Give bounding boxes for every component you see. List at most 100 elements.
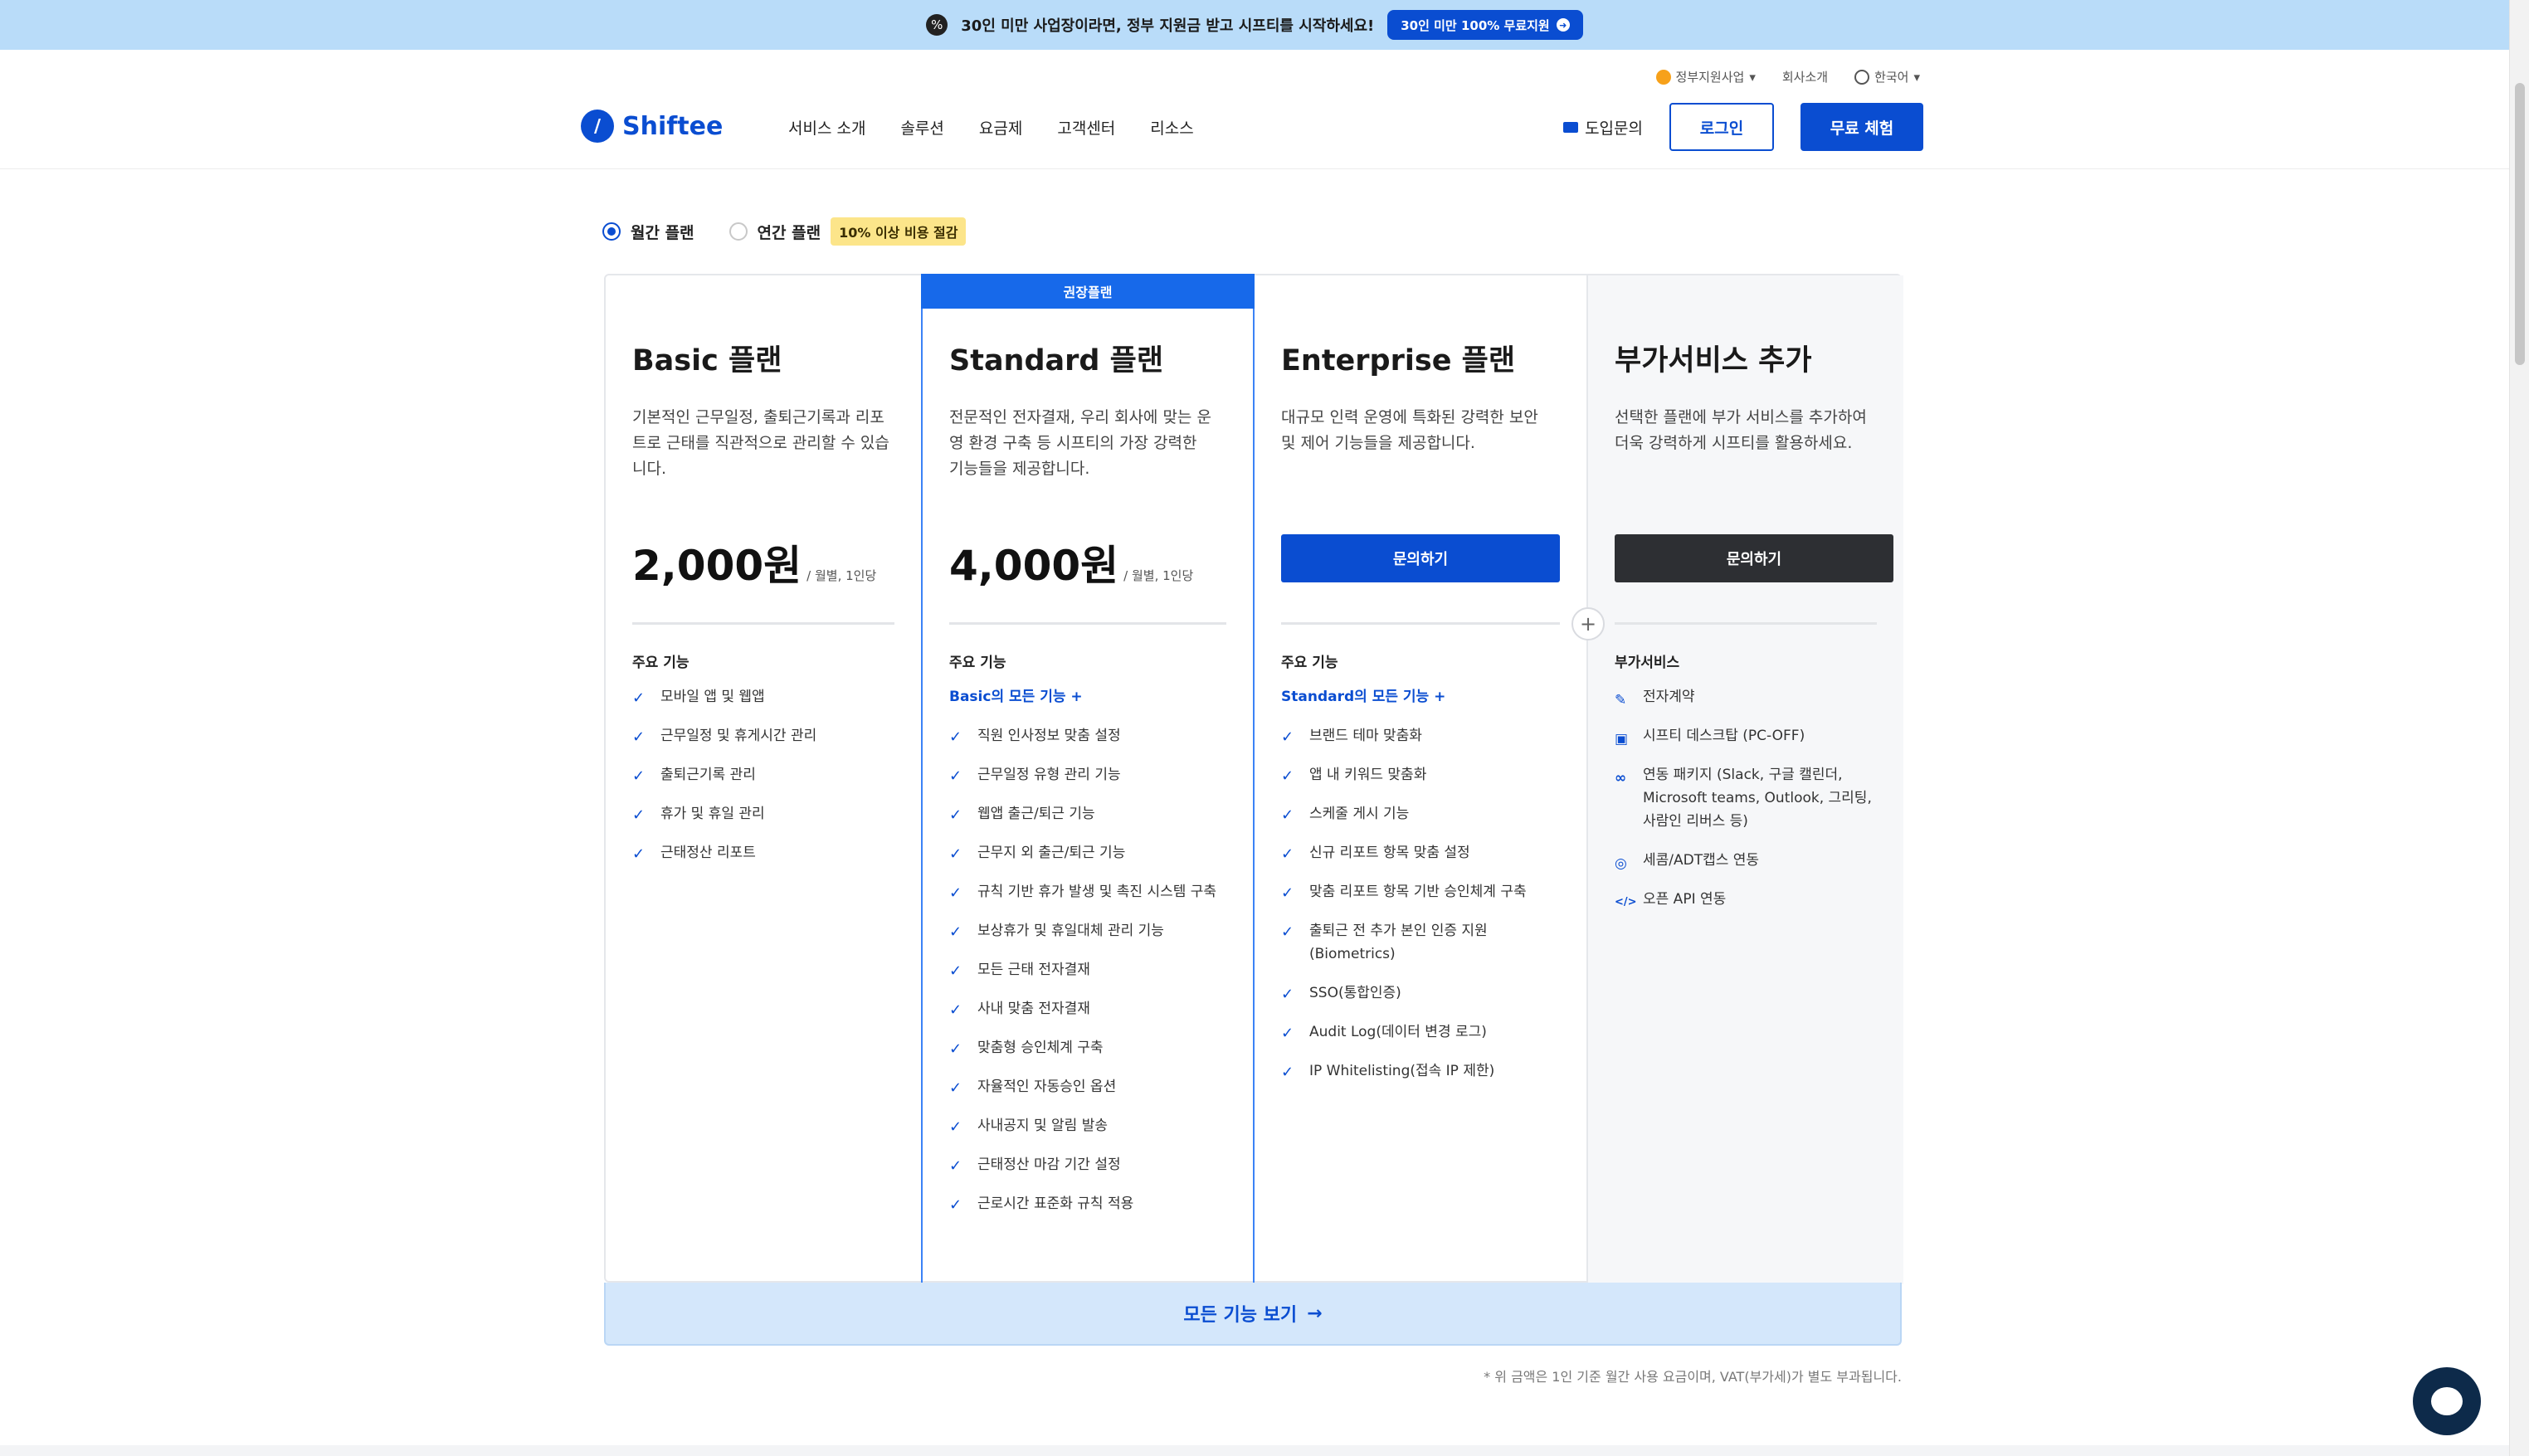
gov-support-link[interactable]: 정부지원사업 ▾ — [1655, 68, 1756, 85]
plan-description: 전문적인 전자결재, 우리 회사에 맞는 운영 환경 구축 등 시프티의 가장 … — [949, 408, 1211, 478]
gov-badge-icon — [1655, 69, 1671, 85]
feature-item: ✓ 신규 리포트 항목 맞춤 설정 — [1281, 841, 1560, 864]
banner-support-button[interactable]: 30인 미만 100% 무료지원 ➜ — [1387, 10, 1583, 40]
addon-item: </> 오픈 API 연동 — [1615, 891, 1727, 908]
feature-item: ✓ 앱 내 키워드 맞춤화 — [1281, 763, 1560, 786]
check-icon: ✓ — [949, 806, 962, 824]
globe-icon — [1854, 69, 1870, 85]
feature-item: ✓ 사내 맞춤 전자결재 — [949, 997, 1226, 1020]
divider — [632, 622, 894, 625]
feature-item: ✓ 맞춤형 승인체계 구축 — [949, 1036, 1226, 1059]
savings-badge: 10% 이상 비용 절감 — [831, 217, 967, 246]
chevron-down-icon: ▾ — [1913, 69, 1920, 85]
check-icon: ✓ — [1281, 767, 1294, 785]
feature-item: ✓ 근태정산 리포트 — [632, 841, 894, 864]
plan-name: 부가서비스 추가 — [1615, 344, 1812, 377]
check-icon: ✓ — [1281, 884, 1294, 902]
feature-item: ✓ 자율적인 자동승인 옵션 — [949, 1075, 1226, 1098]
banner-button-label: 30인 미만 100% 무료지원 — [1401, 17, 1550, 33]
plus-icon: + — [1571, 607, 1605, 640]
login-button[interactable]: 로그인 — [1669, 103, 1774, 151]
feature-item: ✓ 근무일정 유형 관리 기능 — [949, 763, 1226, 786]
plan-enterprise: Enterprise 플랜 대규모 인력 운영에 특화된 강력한 보안 및 제어… — [1255, 275, 1588, 1284]
plan-name: Basic 플랜 — [632, 344, 782, 377]
check-icon: ✓ — [949, 1001, 962, 1019]
inquiry-link[interactable]: 도입문의 — [1563, 116, 1643, 139]
check-icon: ✓ — [1281, 845, 1294, 863]
check-icon: ✓ — [1281, 923, 1294, 941]
chevron-down-icon: ▾ — [1749, 69, 1756, 85]
feature-title: 주요 기능 — [949, 655, 1006, 671]
feature-item: ✓ 근무지 외 출근/퇴근 기능 — [949, 841, 1226, 864]
feature-item: ✓ IP Whitelisting(접속 IP 제한) — [1281, 1059, 1560, 1083]
arrow-right-icon: ➜ — [1556, 18, 1570, 32]
page-scrollbar[interactable] — [2509, 0, 2529, 1456]
check-icon: ✓ — [949, 1196, 962, 1214]
feature-item: ✓ 근로시간 표준화 규칙 적용 — [949, 1192, 1226, 1215]
nav-pricing[interactable]: 요금제 — [979, 116, 1022, 139]
pricing-table: 권장플랜 Basic 플랜 기본적인 근무일정, 출퇴근기록과 리포트로 근태를… — [604, 274, 1903, 1284]
monthly-label[interactable]: 월간 플랜 — [631, 221, 694, 243]
feature-item: ✓ 출퇴근기록 관리 — [632, 763, 894, 786]
monitor-icon: ▣ — [1615, 731, 1629, 747]
logo-text: Shiftee — [622, 111, 724, 141]
code-icon: </> — [1615, 896, 1637, 908]
plan-basic: Basic 플랜 기본적인 근무일정, 출퇴근기록과 리포트로 근태를 직관적으… — [606, 275, 921, 1284]
feature-title: 부가서비스 — [1615, 655, 1680, 671]
plan-price: 4,000원 / 월별, 1인당 — [949, 542, 1194, 590]
company-link[interactable]: 회사소개 — [1782, 68, 1828, 85]
nav-support[interactable]: 고객센터 — [1057, 116, 1115, 139]
see-all-features-button[interactable]: 모든 기능 보기 → — [604, 1283, 1902, 1346]
divider — [1615, 622, 1877, 625]
feature-title: 주요 기능 — [632, 655, 690, 671]
addon-item: ▣ 시프티 데스크탑 (PC-OFF) — [1615, 728, 1805, 747]
enterprise-contact-button[interactable]: 문의하기 — [1281, 534, 1560, 582]
scroll-thumb[interactable] — [2515, 83, 2525, 365]
check-icon: ✓ — [949, 1157, 962, 1175]
plan-description: 기본적인 근무일정, 출퇴근기록과 리포트로 근태를 직관적으로 관리할 수 있… — [632, 408, 889, 478]
check-icon: ✓ — [632, 767, 646, 785]
plan-name: Enterprise 플랜 — [1281, 344, 1516, 377]
feature-item: ✓ 맞춤 리포트 항목 기반 승인체계 구축 — [1281, 880, 1560, 903]
feature-item: ✓ 보상휴가 및 휴일대체 관리 기능 — [949, 919, 1226, 942]
includes-previous-plan: Standard의 모든 기능 + — [1281, 689, 1446, 705]
feature-item: ✓ 휴가 및 휴일 관리 — [632, 802, 894, 825]
feature-item: ✓ 근태정산 마감 기간 설정 — [949, 1153, 1226, 1176]
recommended-tag: 권장플랜 — [921, 274, 1255, 309]
plan-name: Standard 플랜 — [949, 344, 1164, 377]
check-icon: ✓ — [1281, 1064, 1294, 1081]
divider — [1281, 622, 1560, 625]
check-icon: ✓ — [949, 1040, 962, 1058]
plan-description: 대규모 인력 운영에 특화된 강력한 보안 및 제어 기능들을 제공합니다. — [1281, 408, 1538, 452]
shiftee-logo[interactable]: ∕ Shiftee — [581, 110, 723, 143]
chat-bubble-icon — [2431, 1387, 2463, 1415]
feature-item: ✓ 스케줄 게시 기능 — [1281, 802, 1560, 825]
feature-item: ✓ 웹앱 출근/퇴근 기능 — [949, 802, 1226, 825]
main-nav: 서비스 소개 솔루션 요금제 고객센터 리소스 — [788, 116, 1194, 139]
nav-resources[interactable]: 리소스 — [1150, 116, 1193, 139]
yearly-radio[interactable] — [728, 222, 748, 241]
check-icon: ✓ — [632, 806, 646, 824]
nav-solution[interactable]: 솔루션 — [900, 116, 943, 139]
percent-badge-icon: % — [926, 14, 948, 36]
banner-text: 30인 미만 사업장이라면, 정부 지원금 받고 시프티를 시작하세요! — [961, 17, 1375, 35]
plan-standard: Standard 플랜 전문적인 전자결재, 우리 회사에 맞는 운영 환경 구… — [921, 275, 1255, 1284]
free-trial-button[interactable]: 무료 체험 — [1801, 103, 1923, 151]
check-icon: ✓ — [949, 728, 962, 746]
feature-item: ✓ 출퇴근 전 추가 본인 인증 지원 (Biometrics) — [1281, 923, 1488, 962]
divider — [949, 622, 1226, 625]
check-icon: ✓ — [949, 1118, 962, 1136]
language-select[interactable]: 한국어 ▾ — [1854, 68, 1920, 85]
monthly-radio[interactable] — [602, 222, 621, 241]
yearly-label[interactable]: 연간 플랜 — [758, 221, 821, 243]
nav-service[interactable]: 서비스 소개 — [788, 116, 865, 139]
feature-item: ✓ 모바일 앱 및 웹앱 — [632, 685, 894, 709]
billing-toggle: 월간 플랜 연간 플랜 10% 이상 비용 절감 — [602, 217, 967, 246]
feature-item: ✓ 규칙 기반 휴가 발생 및 촉진 시스템 구축 — [949, 880, 1226, 903]
chat-launcher-button[interactable] — [2413, 1367, 2481, 1435]
includes-previous-plan: Basic의 모든 기능 + — [949, 689, 1083, 705]
sign-document-icon: ✎ — [1615, 692, 1627, 709]
addon-contact-button[interactable]: 문의하기 — [1615, 534, 1893, 582]
check-icon: ✓ — [1281, 728, 1294, 746]
check-icon: ✓ — [632, 689, 646, 707]
